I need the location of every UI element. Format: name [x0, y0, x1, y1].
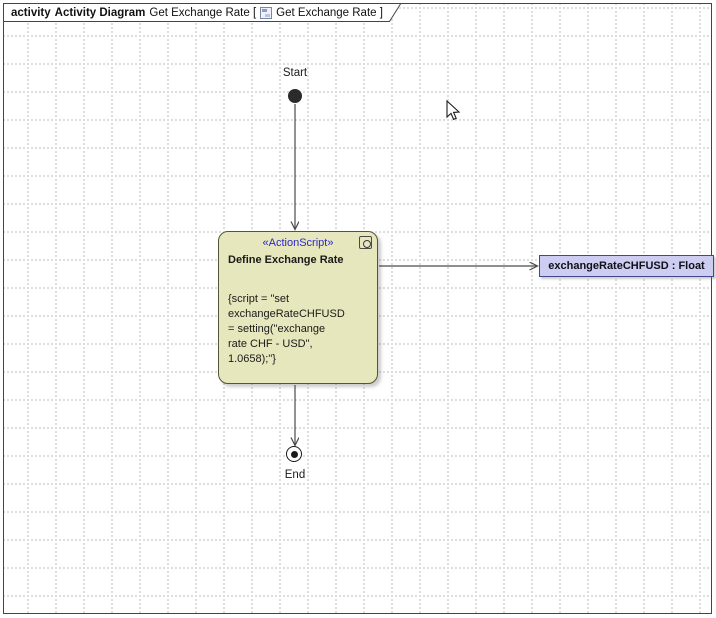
frame-keyword: activity [11, 7, 51, 19]
action-stereotype: «ActionScript» [219, 237, 377, 249]
frame-diagram-name-ref: Get Exchange Rate ] [276, 7, 383, 19]
start-label: Start [270, 67, 320, 79]
output-pin-label: exchangeRateCHFUSD : Float [548, 260, 704, 272]
action-script-body: {script = "set exchangeRateCHFUSD = sett… [228, 292, 373, 367]
diagram-icon [260, 7, 272, 19]
frame-diagram-name: Get Exchange Rate [ [149, 7, 256, 19]
frame-title-tab[interactable]: activity Activity Diagram Get Exchange R… [4, 4, 402, 21]
final-node-dot [291, 451, 298, 458]
end-label: End [270, 469, 320, 481]
initial-node[interactable] [288, 89, 302, 103]
action-title: Define Exchange Rate [228, 254, 344, 266]
final-node[interactable] [286, 446, 302, 462]
diagram-canvas: activity Activity Diagram Get Exchange R… [0, 0, 716, 618]
script-badge-icon [359, 236, 372, 249]
output-pin-node[interactable]: exchangeRateCHFUSD : Float [539, 255, 714, 277]
action-node-define-exchange-rate[interactable]: «ActionScript» Define Exchange Rate {scr… [218, 231, 378, 384]
frame-diagram-type: Activity Diagram [55, 7, 146, 19]
